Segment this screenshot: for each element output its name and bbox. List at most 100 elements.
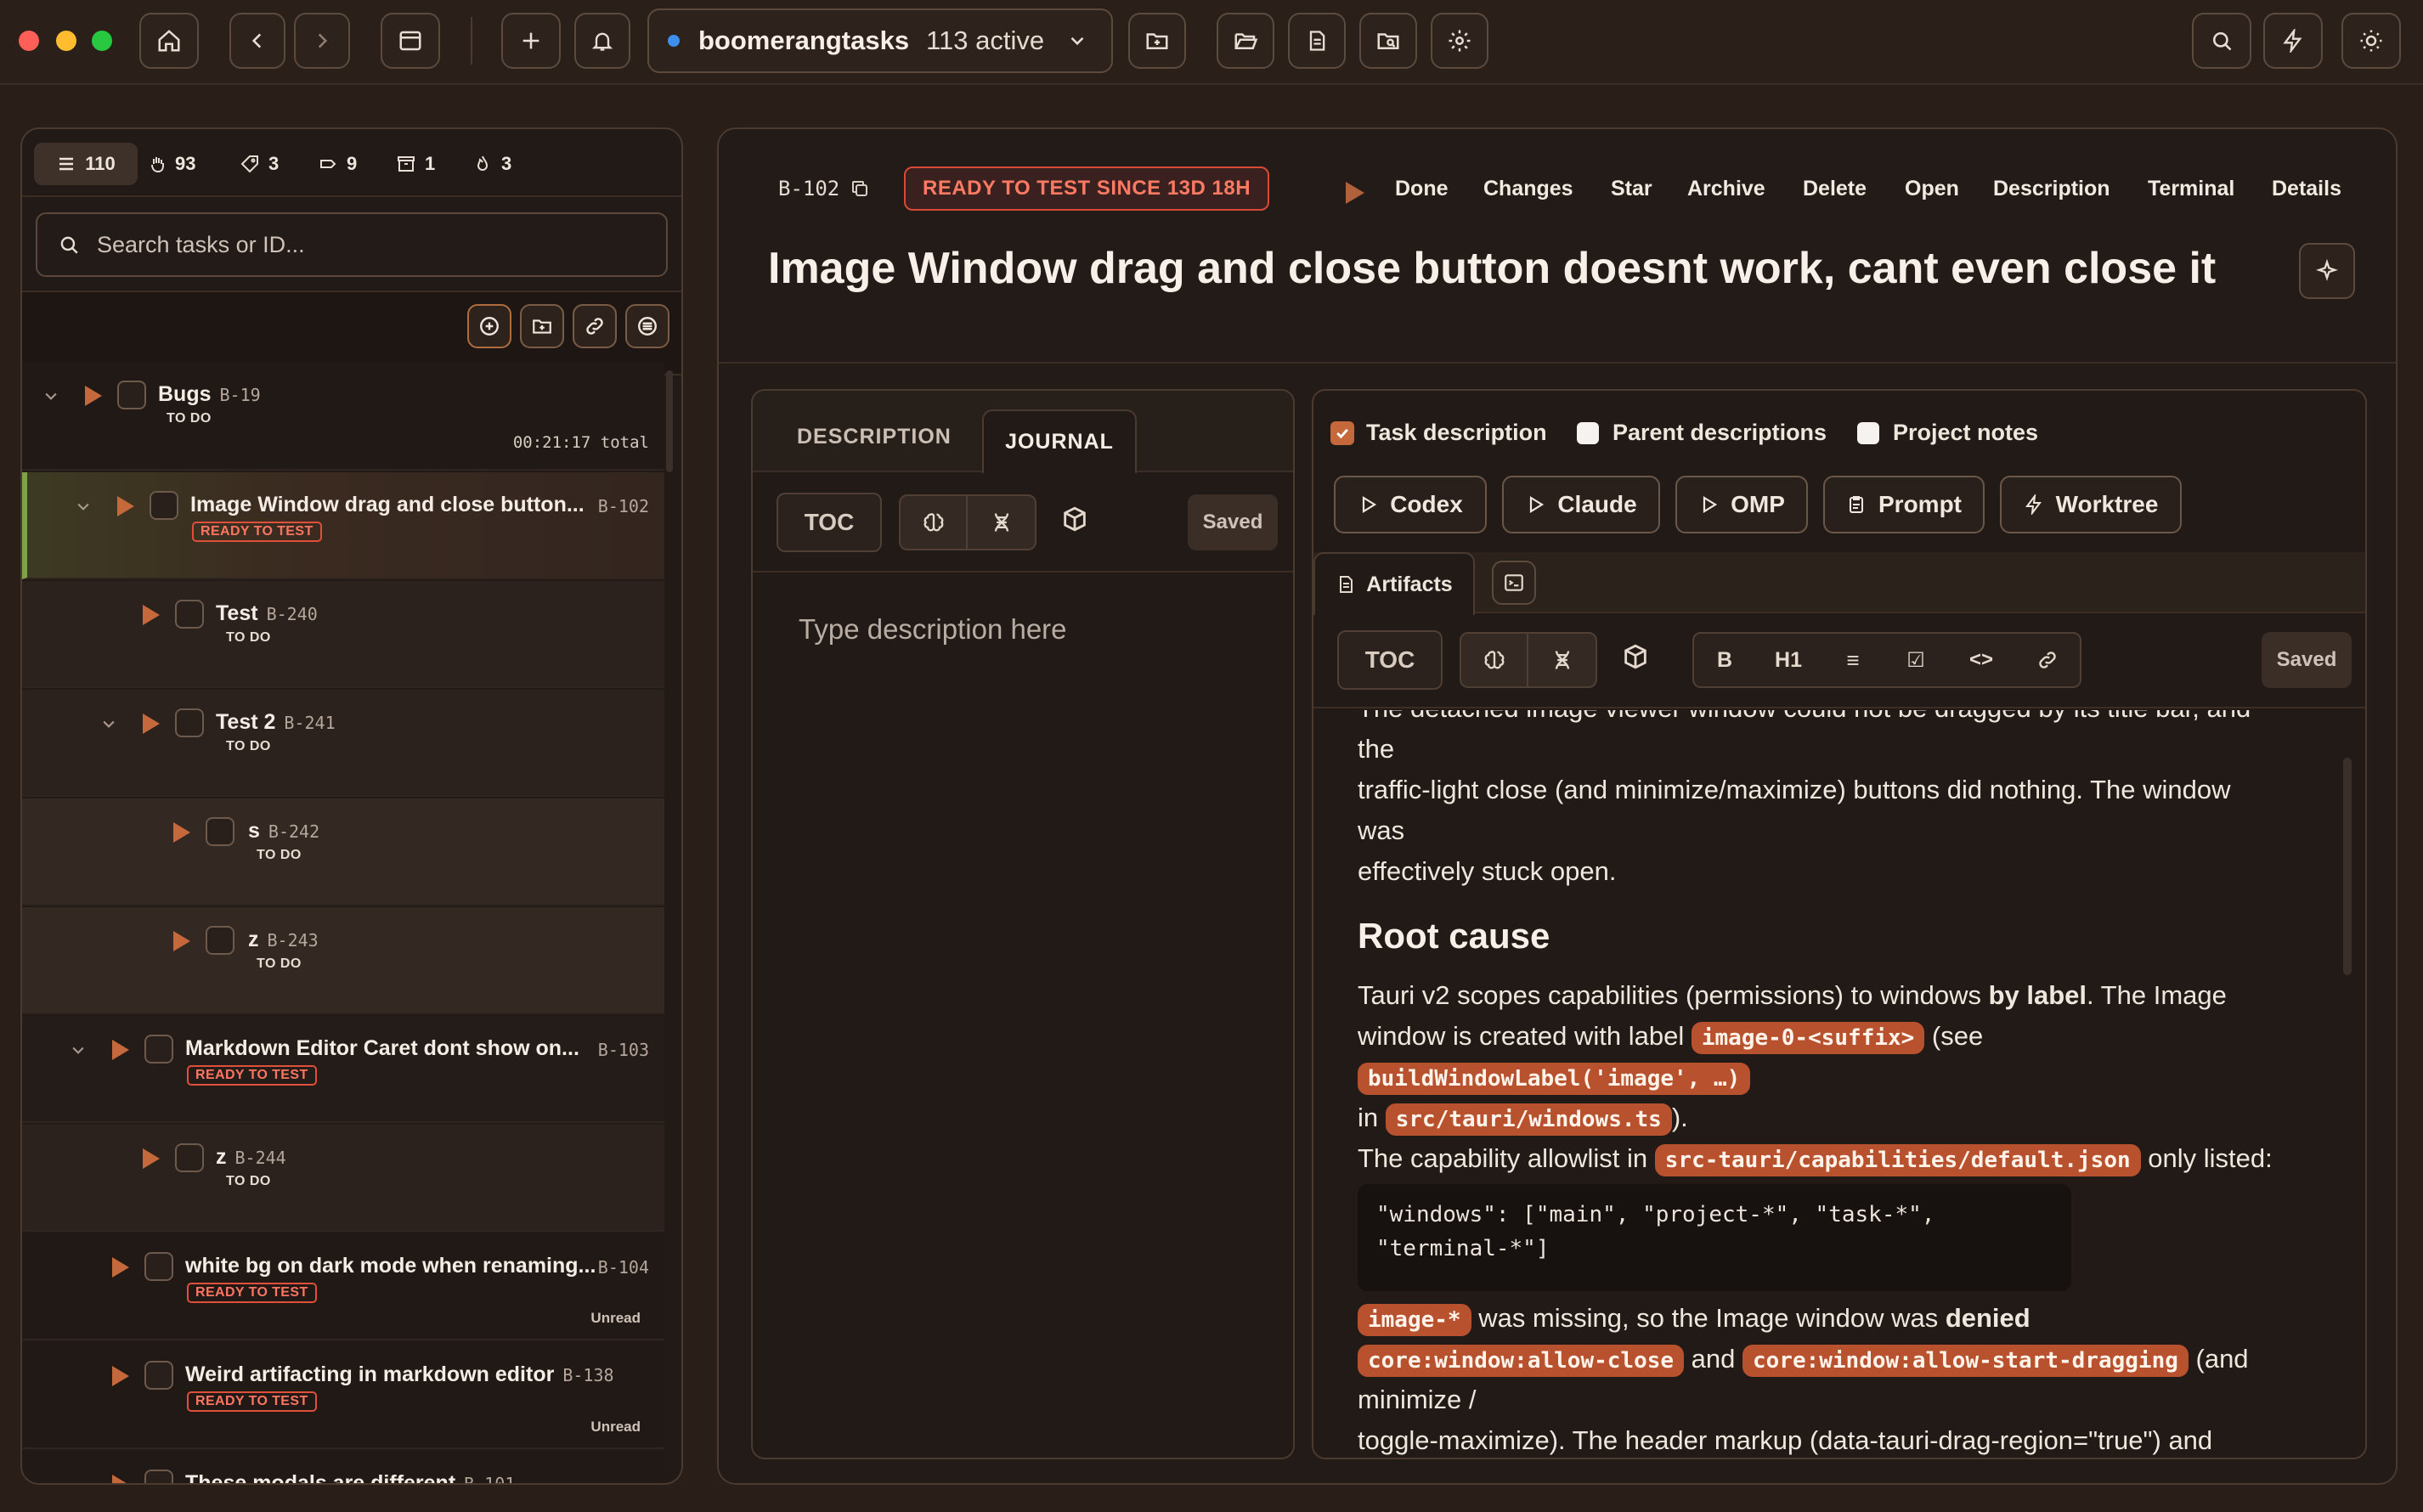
task-checkbox[interactable] xyxy=(144,1035,173,1063)
bold-button[interactable]: B xyxy=(1694,634,1755,686)
document-button[interactable] xyxy=(1288,13,1346,69)
checkbox-unchecked[interactable] xyxy=(1857,421,1879,444)
add-folder-button[interactable] xyxy=(1128,13,1186,69)
action-delete[interactable]: Delete xyxy=(1803,177,1867,201)
link-task-button[interactable] xyxy=(573,304,617,348)
task-row[interactable]: z B-244 TO DO xyxy=(22,1125,664,1232)
header-play-icon[interactable] xyxy=(1346,182,1364,204)
filter-todo[interactable]: 93 xyxy=(148,143,216,185)
checkbox-unchecked[interactable] xyxy=(1577,421,1599,444)
task-row[interactable]: s B-242 TO DO xyxy=(22,798,664,906)
chevron-down-icon[interactable] xyxy=(42,387,59,404)
add-task-button[interactable] xyxy=(467,304,511,348)
task-title[interactable]: Image Window drag and close button doesn… xyxy=(768,243,2216,294)
action-open[interactable]: Open xyxy=(1905,177,1959,201)
include-task-description[interactable]: Task description xyxy=(1330,420,1547,446)
checklist-button[interactable]: ☑ xyxy=(1884,634,1947,686)
include-parent-descriptions[interactable]: Parent descriptions xyxy=(1577,420,1827,446)
filter-tagged[interactable]: 3 xyxy=(240,143,299,185)
new-task-button[interactable] xyxy=(501,13,561,69)
toc-button[interactable]: TOC xyxy=(777,493,882,552)
tab-artifacts[interactable]: Artifacts xyxy=(1313,552,1475,615)
chevron-down-icon[interactable] xyxy=(70,1041,87,1058)
action-changes[interactable]: Changes xyxy=(1483,177,1573,201)
task-row[interactable]: Test B-240 TO DO xyxy=(22,581,664,688)
list-menu-button[interactable] xyxy=(625,304,669,348)
window-close-button[interactable] xyxy=(19,31,39,51)
folder-search-button[interactable] xyxy=(1359,13,1417,69)
action-details[interactable]: Details xyxy=(2272,177,2341,201)
run-claude-button[interactable]: Claude xyxy=(1502,476,1660,533)
task-row-selected[interactable]: Image Window drag and close button... B-… xyxy=(22,472,664,579)
task-checkbox[interactable] xyxy=(206,926,234,955)
open-folder-button[interactable] xyxy=(1217,13,1274,69)
play-icon[interactable] xyxy=(85,386,102,406)
play-icon[interactable] xyxy=(173,822,190,843)
include-project-notes[interactable]: Project notes xyxy=(1857,420,2038,446)
action-star[interactable]: Star xyxy=(1611,177,1652,201)
window-layout-button[interactable] xyxy=(381,13,440,69)
status-chip[interactable]: READY TO TEST SINCE 13D 18H xyxy=(904,166,1270,211)
copy-icon[interactable] xyxy=(850,178,870,199)
brain-button[interactable] xyxy=(1461,634,1529,686)
tab-description[interactable]: DESCRIPTION xyxy=(797,425,952,449)
action-terminal[interactable]: Terminal xyxy=(2148,177,2234,201)
link-button[interactable] xyxy=(2015,634,2080,686)
window-minimize-button[interactable] xyxy=(56,31,76,51)
chevron-down-icon[interactable] xyxy=(75,498,92,515)
filter-archived[interactable]: 1 xyxy=(396,143,455,185)
task-checkbox[interactable] xyxy=(117,381,146,409)
chevron-down-icon[interactable] xyxy=(100,715,117,732)
play-icon[interactable] xyxy=(112,1040,129,1060)
description-placeholder[interactable]: Type description here xyxy=(799,613,1067,646)
notifications-button[interactable] xyxy=(574,13,630,69)
task-checkbox[interactable] xyxy=(206,817,234,846)
task-row[interactable]: These modals are different B-101 xyxy=(22,1451,664,1483)
task-row[interactable]: Test 2 B-241 TO DO xyxy=(22,690,664,797)
terminal-tab-button[interactable] xyxy=(1492,561,1536,605)
artifact-content[interactable]: The detached image viewer window could n… xyxy=(1313,710,2365,1458)
play-icon[interactable] xyxy=(112,1366,129,1386)
task-row[interactable]: z B-243 TO DO xyxy=(22,907,664,1014)
task-row[interactable]: Markdown Editor Caret dont show on... B-… xyxy=(22,1016,664,1123)
action-done[interactable]: Done xyxy=(1395,177,1449,201)
action-description[interactable]: Description xyxy=(1993,177,2110,201)
play-icon[interactable] xyxy=(143,714,160,734)
action-archive[interactable]: Archive xyxy=(1687,177,1765,201)
play-icon[interactable] xyxy=(143,1148,160,1169)
code-button[interactable]: <> xyxy=(1947,634,2015,686)
add-group-button[interactable] xyxy=(520,304,564,348)
task-checkbox[interactable] xyxy=(150,491,178,520)
heading-button[interactable]: H1 xyxy=(1755,634,1821,686)
task-checkbox[interactable] xyxy=(175,1143,204,1172)
theme-toggle-button[interactable] xyxy=(2341,13,2401,69)
prompt-button[interactable]: Prompt xyxy=(1823,476,1985,533)
task-row[interactable]: Bugs B-19 TO DO 00:21:17 total xyxy=(22,362,664,471)
task-list-scrollbar[interactable] xyxy=(666,370,673,472)
package-button[interactable] xyxy=(1060,505,1089,533)
filter-labels[interactable]: 9 xyxy=(318,143,377,185)
run-codex-button[interactable]: Codex xyxy=(1334,476,1487,533)
play-icon[interactable] xyxy=(173,931,190,951)
search-button[interactable] xyxy=(2192,13,2251,69)
checkbox-checked[interactable] xyxy=(1330,420,1354,445)
task-checkbox[interactable] xyxy=(175,708,204,737)
project-selector[interactable]: boomerangtasks 113 active xyxy=(647,8,1113,73)
filter-all[interactable]: 110 xyxy=(34,143,138,185)
play-icon[interactable] xyxy=(112,1257,129,1278)
toc-button[interactable]: TOC xyxy=(1337,630,1443,690)
home-button[interactable] xyxy=(139,13,199,69)
task-search-input[interactable]: Search tasks or ID... xyxy=(36,212,668,277)
play-icon[interactable] xyxy=(117,496,134,516)
package-button[interactable] xyxy=(1621,642,1650,671)
play-icon[interactable] xyxy=(112,1475,129,1483)
bullet-list-button[interactable]: ≡ xyxy=(1821,634,1884,686)
ai-assist-button[interactable] xyxy=(2299,243,2355,299)
dna-button[interactable] xyxy=(1528,634,1596,686)
play-icon[interactable] xyxy=(143,605,160,625)
task-row[interactable]: Weird artifacting in markdown editor B-13… xyxy=(22,1342,664,1449)
window-maximize-button[interactable] xyxy=(92,31,112,51)
tab-journal[interactable]: JOURNAL xyxy=(982,409,1137,474)
worktree-button[interactable]: Worktree xyxy=(2000,476,2182,533)
quick-actions-button[interactable] xyxy=(2263,13,2323,69)
